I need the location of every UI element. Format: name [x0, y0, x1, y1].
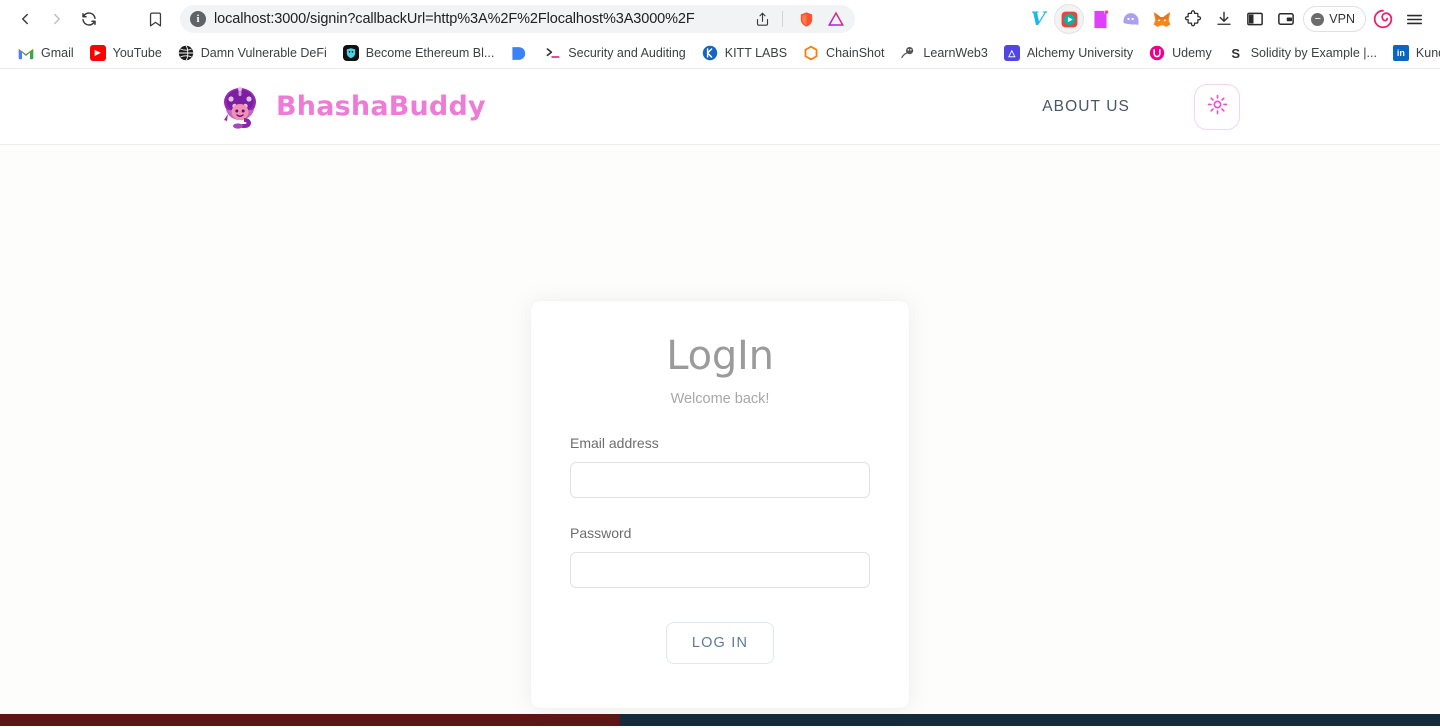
phantom-wallet-extension-icon[interactable] [1117, 5, 1145, 33]
brand[interactable]: BhashaBuddy [218, 84, 486, 130]
learnweb3-icon [900, 45, 916, 61]
bookmark-solidity-by-example[interactable]: S Solidity by Example |... [1220, 41, 1385, 65]
bookmark-label: Kundan Kumar | Linke... [1415, 46, 1440, 60]
alchemy-icon: △ [1003, 45, 1020, 61]
login-card: LogIn Welcome back! Email address Passwo… [531, 301, 909, 708]
browser-toolbar: i localhost:3000/signin?callbackUrl=http… [0, 0, 1440, 38]
bookmark-kitt-labs[interactable]: KITT LABS [694, 41, 795, 65]
bookmark-label: Udemy [1172, 46, 1212, 60]
screen-recorder-extension-icon[interactable] [1055, 5, 1084, 33]
hamburger-menu-icon[interactable] [1400, 5, 1428, 33]
reload-icon[interactable] [74, 4, 104, 34]
nav-about-us[interactable]: ABOUT US [1042, 98, 1130, 116]
email-label: Email address [570, 435, 659, 451]
brave-rewards-icon[interactable] [825, 8, 847, 30]
wallet-icon[interactable] [1272, 5, 1300, 33]
os-taskbar [0, 714, 1440, 726]
vimeo-extension-icon[interactable]: V [1024, 5, 1052, 33]
terminal-icon [545, 45, 561, 61]
url-text[interactable]: localhost:3000/signin?callbackUrl=http%3… [214, 11, 747, 27]
info-icon[interactable]: i [190, 11, 206, 27]
toolbar-divider [782, 11, 783, 27]
site-header: BhashaBuddy ABOUT US [0, 69, 1440, 145]
blue-folder-icon [510, 45, 526, 61]
browser-chrome: i localhost:3000/signin?callbackUrl=http… [0, 0, 1440, 69]
extensions-tray: V − VPN [1024, 5, 1430, 33]
back-icon[interactable] [10, 4, 40, 34]
globe-icon [178, 45, 194, 61]
vpn-button[interactable]: − VPN [1303, 6, 1366, 32]
os-taskbar-right [620, 714, 1440, 726]
password-input[interactable] [570, 552, 870, 588]
bookmark-chainshot[interactable]: ChainShot [795, 41, 892, 65]
puzzle-extensions-icon[interactable] [1179, 5, 1207, 33]
bookmark-alchemy-university[interactable]: △ Alchemy University [996, 41, 1141, 65]
bhashabuddy-mascot-logo [218, 84, 262, 130]
bookmark-label: YouTube [112, 46, 162, 60]
password-label: Password [570, 525, 632, 541]
bookmark-label: ChainShot [826, 46, 885, 60]
page-body: LogIn Welcome back! Email address Passwo… [0, 145, 1440, 726]
address-bar[interactable]: i localhost:3000/signin?callbackUrl=http… [180, 5, 855, 33]
bookmark-label: Damn Vulnerable DeFi [200, 46, 327, 60]
bookmark-udemy[interactable]: Udemy [1141, 41, 1220, 65]
udemy-icon [1149, 45, 1165, 61]
bookmark-label: LearnWeb3 [923, 46, 988, 60]
solidity-icon: S [1231, 45, 1241, 61]
theme-toggle-button[interactable] [1194, 83, 1240, 130]
chainshot-icon [803, 45, 819, 61]
bookmark-label: Gmail [41, 46, 74, 60]
linkedin-icon: in [1392, 45, 1409, 61]
notebook-extension-icon[interactable] [1086, 5, 1114, 33]
bookmark-gmail[interactable]: Gmail [10, 41, 82, 65]
bookmark-security-and-auditing[interactable]: Security and Auditing [537, 41, 693, 65]
os-taskbar-left [0, 714, 620, 726]
brand-name: BhashaBuddy [276, 91, 486, 122]
bookmarks-bar: Gmail ▶ YouTube Damn Vulnerable DeFi Bec… [0, 38, 1440, 69]
bookmark-blue-folder[interactable] [502, 41, 537, 65]
brave-shields-icon[interactable] [795, 8, 817, 30]
sun-icon [1207, 94, 1228, 120]
kitt-labs-icon [702, 45, 718, 61]
bookmark-youtube[interactable]: ▶ YouTube [82, 41, 170, 65]
metamask-extension-icon[interactable] [1148, 5, 1176, 33]
bookmark-become-ethereum-bl[interactable]: Become Ethereum Bl... [335, 41, 503, 65]
bookmark-label: KITT LABS [724, 46, 788, 60]
submit-row: LOG IN [570, 622, 870, 664]
sidebar-toggle-icon[interactable] [1241, 5, 1269, 33]
youtube-icon: ▶ [89, 45, 106, 61]
bookmark-damn-vulnerable-defi[interactable]: Damn Vulnerable DeFi [170, 41, 335, 65]
forward-icon[interactable] [42, 4, 72, 34]
navigation-buttons [10, 4, 104, 34]
vpn-label: VPN [1329, 12, 1355, 26]
bookmark-icon[interactable] [140, 4, 170, 34]
downloads-icon[interactable] [1210, 5, 1238, 33]
password-field-group: Password [570, 525, 870, 588]
share-icon[interactable] [755, 12, 770, 27]
profile-avatar-icon[interactable] [1369, 5, 1397, 33]
bookmark-label: Security and Auditing [568, 46, 686, 60]
shield-icon [342, 45, 359, 61]
email-input[interactable] [570, 462, 870, 498]
page-title: LogIn [666, 333, 774, 379]
log-in-button[interactable]: LOG IN [665, 622, 775, 664]
bookmark-learnweb3[interactable]: LearnWeb3 [892, 41, 995, 65]
bookmark-label: Become Ethereum Bl... [365, 46, 495, 60]
web-page: BhashaBuddy ABOUT US LogIn Welcome back!… [0, 69, 1440, 726]
bookmark-label: Solidity by Example |... [1250, 46, 1377, 60]
header-right: ABOUT US [1042, 83, 1240, 130]
bookmark-kundan-kumar-linkedin[interactable]: in Kundan Kumar | Linke... [1385, 41, 1440, 65]
email-field-group: Email address [570, 435, 870, 498]
bookmark-label: Alchemy University [1026, 46, 1134, 60]
vpn-status-icon: − [1311, 12, 1325, 26]
gmail-icon [18, 45, 34, 61]
welcome-subtitle: Welcome back! [670, 391, 770, 407]
